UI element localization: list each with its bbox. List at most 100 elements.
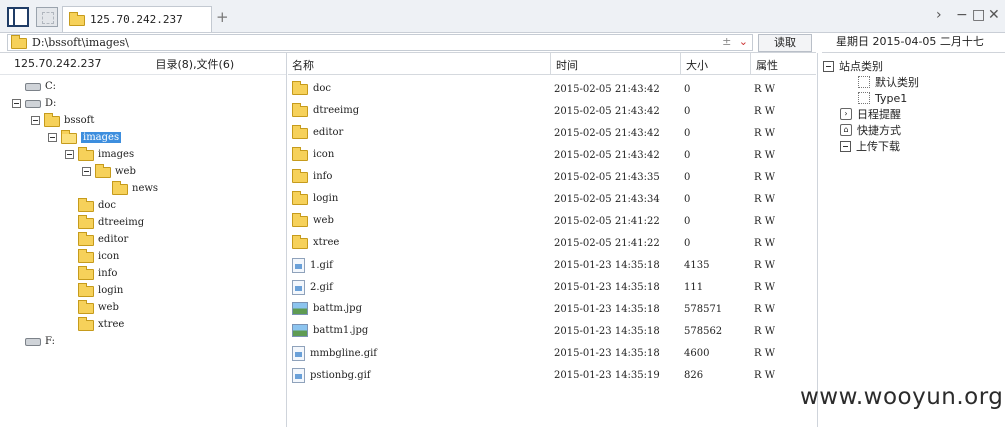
tree-item-news[interactable]: news (99, 180, 158, 197)
file-size: 0 (684, 106, 691, 117)
tree-item-label: F: (45, 336, 55, 347)
tree-item-label: dtreeimg (98, 217, 145, 228)
file-size: 578571 (684, 304, 723, 315)
file-name: dtreeimg (313, 105, 360, 116)
scroll-right-icon[interactable]: › (936, 7, 942, 23)
path-value: D:\bssoft\images\ (32, 36, 129, 49)
path-input[interactable]: D:\bssoft\images\ ± ⌄ (7, 34, 753, 51)
tree-item-label: editor (98, 234, 129, 245)
read-button[interactable]: 读取 (758, 34, 812, 52)
tree-item-info[interactable]: info (65, 265, 117, 282)
collapse-icon[interactable] (31, 116, 40, 125)
file-name-cell: login (292, 191, 338, 205)
right-item[interactable]: 上传下载 (840, 138, 900, 154)
table-row[interactable]: info 2015-02-05 21:43:35 0 R W (288, 167, 816, 189)
tree-item-images[interactable]: images (65, 146, 134, 163)
file-time: 2015-02-05 21:43:42 (554, 84, 660, 95)
column-attr[interactable]: 属性 (756, 57, 778, 73)
file-name: editor (313, 127, 344, 138)
column-name[interactable]: 名称 (292, 57, 314, 73)
tree-item-label: web (115, 166, 136, 177)
table-row[interactable]: battm1.jpg 2015-01-23 14:35:18 578562 R W (288, 321, 816, 343)
file-attr: R W (754, 326, 775, 337)
folder-icon (78, 249, 94, 263)
file-size: 111 (684, 282, 704, 293)
tree-header: 125.70.242.237 目录(8),文件(6) (0, 53, 286, 75)
column-divider[interactable] (680, 53, 681, 75)
file-name-cell: web (292, 213, 334, 227)
file-size: 4135 (684, 260, 710, 271)
file-name-cell: icon (292, 147, 334, 161)
table-row[interactable]: pstionbg.gif 2015-01-23 14:35:19 826 R W (288, 365, 816, 387)
tree-item-label: xtree (98, 319, 125, 330)
table-row[interactable]: icon 2015-02-05 21:43:42 0 R W (288, 145, 816, 167)
folder-icon (292, 147, 308, 161)
file-name-cell: 1.gif (292, 258, 333, 273)
file-name-cell: mmbgline.gif (292, 346, 377, 361)
folder-icon (292, 191, 308, 205)
table-row[interactable]: login 2015-02-05 21:43:34 0 R W (288, 189, 816, 211)
table-row[interactable]: battm.jpg 2015-01-23 14:35:18 578571 R W (288, 299, 816, 321)
tree-item-dtreeimg[interactable]: dtreeimg (65, 214, 144, 231)
image-file-icon (292, 324, 308, 337)
folder-icon (292, 169, 308, 183)
split-view-button[interactable] (7, 7, 29, 27)
file-name: battm1.jpg (313, 325, 369, 336)
tree-item-images[interactable]: images (48, 129, 122, 146)
collapse-icon[interactable] (12, 99, 21, 108)
collapse-icon[interactable] (48, 133, 57, 142)
tree-item-xtree[interactable]: xtree (65, 316, 124, 333)
tree-item-c[interactable]: C: (12, 78, 56, 95)
tree-item-icon[interactable]: icon (65, 248, 119, 265)
file-attr: R W (754, 260, 775, 271)
collapse-icon[interactable] (65, 150, 74, 159)
table-row[interactable]: 2.gif 2015-01-23 14:35:18 111 R W (288, 277, 816, 299)
column-time[interactable]: 时间 (556, 57, 578, 73)
blank-tab-button[interactable] (36, 7, 58, 27)
file-list-pane: 名称 时间 大小 属性 doc 2015-02-05 21:43:42 0 R Wdt… (288, 53, 816, 427)
tab-server[interactable]: 125.70.242.237 (62, 6, 212, 32)
column-divider[interactable] (550, 53, 551, 75)
tree-item-editor[interactable]: editor (65, 231, 128, 248)
right-item[interactable]: 站点类别 (823, 58, 883, 74)
right-item[interactable]: › 日程提醒 (840, 106, 901, 122)
file-time: 2015-01-23 14:35:18 (554, 348, 660, 359)
chevron-down-icon[interactable]: ⌄ (739, 35, 748, 48)
tree-item-web[interactable]: web (65, 299, 119, 316)
collapse-icon[interactable] (82, 167, 91, 176)
tree-item-login[interactable]: login (65, 282, 123, 299)
file-name: 2.gif (310, 282, 333, 293)
file-name: 1.gif (310, 260, 333, 271)
file-time: 2015-02-05 21:43:42 (554, 128, 660, 139)
tree-item-label: images (98, 149, 135, 160)
plus-minus-icon[interactable]: ± (722, 35, 731, 48)
close-icon[interactable]: ✕ (988, 7, 1000, 23)
file-time: 2015-02-05 21:43:34 (554, 194, 660, 205)
shortcut-icon: ⌂ (840, 124, 852, 136)
table-row[interactable]: web 2015-02-05 21:41:22 0 R W (288, 211, 816, 233)
column-size[interactable]: 大小 (686, 57, 708, 73)
file-time: 2015-02-05 21:41:22 (554, 216, 660, 227)
table-row[interactable]: mmbgline.gif 2015-01-23 14:35:18 4600 R W (288, 343, 816, 365)
tree-item-f[interactable]: F: (12, 333, 55, 350)
file-attr: R W (754, 172, 775, 183)
table-row[interactable]: doc 2015-02-05 21:43:42 0 R W (288, 79, 816, 101)
gif-file-icon (292, 368, 305, 383)
table-row[interactable]: xtree 2015-02-05 21:41:22 0 R W (288, 233, 816, 255)
right-item-label: 日程提醒 (857, 108, 901, 121)
right-item[interactable]: Type1 (858, 90, 907, 106)
tree-item-bssoft[interactable]: bssoft (31, 112, 94, 129)
minimize-icon[interactable]: − (956, 7, 968, 23)
add-tab-button[interactable]: + (216, 8, 229, 26)
file-attr: R W (754, 348, 775, 359)
table-row[interactable]: dtreeimg 2015-02-05 21:43:42 0 R W (288, 101, 816, 123)
column-divider[interactable] (750, 53, 751, 75)
tree-item-web[interactable]: web (82, 163, 136, 180)
right-item[interactable]: 默认类别 (858, 74, 919, 90)
right-item[interactable]: ⌂ 快捷方式 (840, 122, 901, 138)
tree-item-d[interactable]: D: (12, 95, 56, 112)
tree-item-doc[interactable]: doc (65, 197, 116, 214)
table-row[interactable]: editor 2015-02-05 21:43:42 0 R W (288, 123, 816, 145)
maximize-icon[interactable]: □ (972, 7, 985, 23)
table-row[interactable]: 1.gif 2015-01-23 14:35:18 4135 R W (288, 255, 816, 277)
